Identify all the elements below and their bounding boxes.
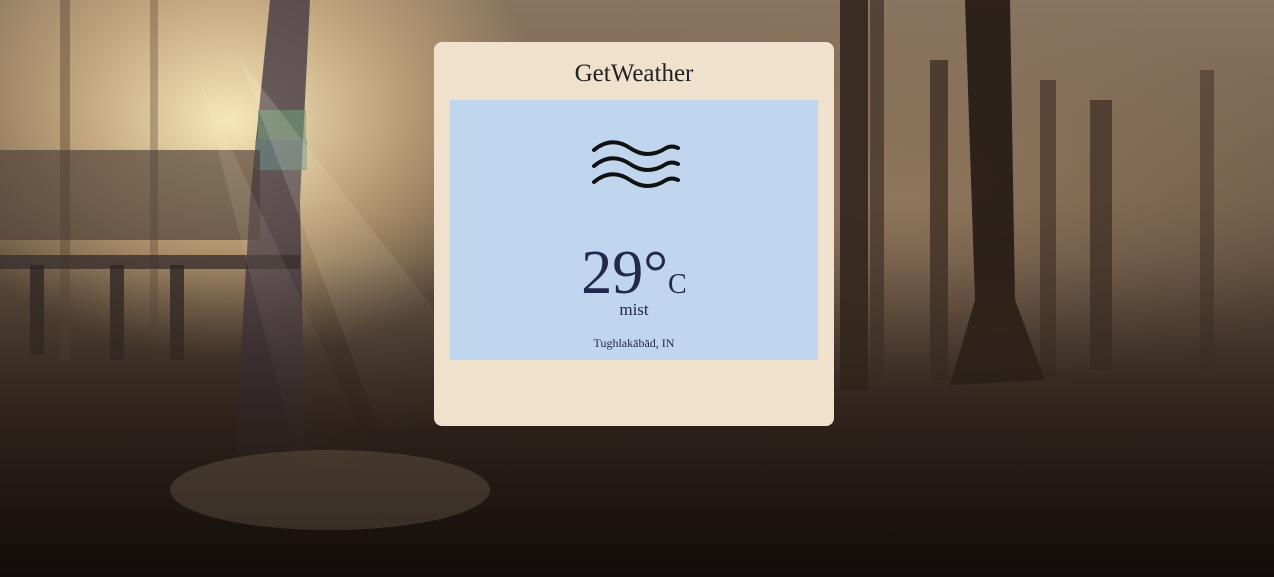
app-title: GetWeather bbox=[574, 60, 694, 87]
weather-panel: 29°C mist Tughlakābād, IN bbox=[450, 100, 818, 360]
temperature-value: 29° bbox=[581, 239, 669, 307]
location-label: Tughlakābād, IN bbox=[593, 336, 675, 350]
weather-card: GetWeather 29°C mist Tughlakābād, IN bbox=[434, 42, 834, 426]
temperature-display: 29°C bbox=[450, 242, 818, 304]
weather-description: mist bbox=[619, 300, 649, 319]
mist-icon bbox=[592, 140, 680, 188]
temperature-unit: C bbox=[668, 269, 687, 300]
